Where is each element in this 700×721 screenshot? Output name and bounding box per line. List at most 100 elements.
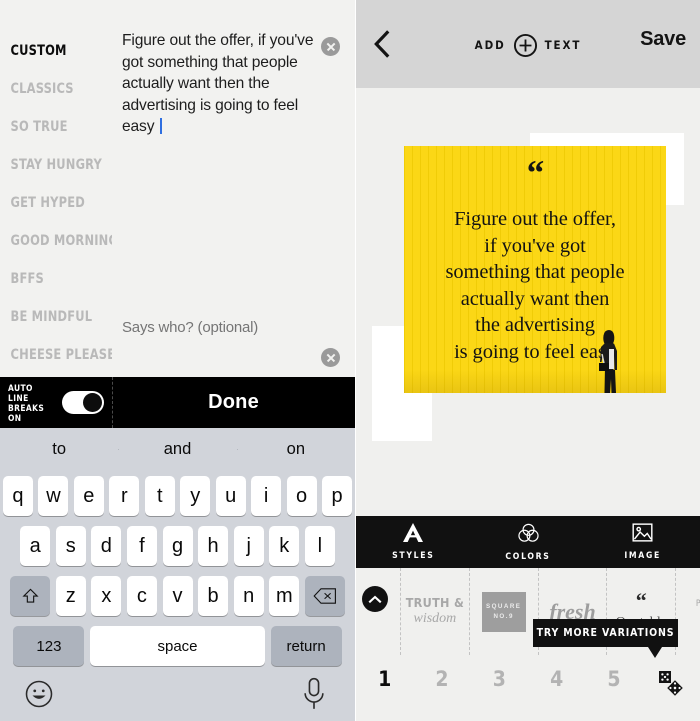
done-bar: AUTO LINE BREAKS ON Done	[0, 377, 355, 428]
prediction-1[interactable]: to	[0, 440, 118, 459]
text-label: TEXT	[544, 38, 582, 52]
prediction-3[interactable]: on	[236, 440, 355, 459]
emoji-icon[interactable]	[24, 679, 54, 709]
author-input[interactable]	[122, 319, 312, 336]
category-item-good-morning[interactable]: GOOD MORNING	[0, 222, 112, 260]
key-h[interactable]: h	[198, 526, 229, 566]
page-3[interactable]: 3	[471, 667, 528, 691]
quote-text-value: Figure out the offer, if you've got some…	[122, 30, 318, 138]
clear-author-icon[interactable]	[321, 348, 340, 367]
style-thumb-square-no9[interactable]: SQUARE NO.9	[470, 568, 539, 655]
ios-keyboard: to and on q w e r t y u i o p a s d f g …	[0, 428, 355, 721]
auto-line-breaks-switch[interactable]	[62, 391, 104, 414]
quote-card[interactable]: “ Figure out the offer, if you've got so…	[404, 146, 666, 393]
picture-icon	[632, 523, 653, 547]
category-sidebar[interactable]: CUSTOM CLASSICS SO TRUE STAY HUNGRY GET …	[0, 0, 112, 377]
thumb-square-line1: SQUARE	[485, 603, 522, 610]
page-4[interactable]: 4	[528, 667, 585, 691]
thumb-quotable-mark: “	[635, 587, 647, 613]
keyboard-row-5	[0, 669, 355, 721]
page-5[interactable]: 5	[585, 667, 642, 691]
style-thumb-truth-wisdom[interactable]: TRUTH & wisdom	[401, 568, 470, 655]
tab-colors-label: COLORS	[505, 551, 551, 562]
keyboard-row-1: q w e r t y u i o p	[0, 476, 355, 516]
page-2[interactable]: 2	[413, 667, 470, 691]
category-item-cheese-please[interactable]: CHEESE PLEASE	[0, 336, 112, 374]
shuffle-dice-icon[interactable]	[643, 667, 700, 699]
tab-colors[interactable]: COLORS	[471, 516, 586, 568]
key-r[interactable]: r	[109, 476, 140, 516]
return-key[interactable]: return	[270, 626, 342, 666]
delete-icon[interactable]	[304, 576, 345, 616]
prediction-2[interactable]: and	[118, 440, 236, 459]
microphone-icon[interactable]	[301, 677, 327, 711]
letter-a-icon	[402, 523, 424, 547]
tab-image-label: IMAGE	[624, 551, 662, 561]
key-n[interactable]: n	[233, 576, 264, 616]
space-key[interactable]: space	[90, 626, 265, 666]
style-thumb-patisserie[interactable]: PÂTIS N	[676, 568, 700, 655]
text-caret	[159, 118, 162, 134]
key-i[interactable]: i	[251, 476, 282, 516]
key-x[interactable]: x	[91, 576, 122, 616]
key-l[interactable]: l	[304, 526, 335, 566]
canvas-area[interactable]: “ Figure out the offer, if you've got so…	[356, 88, 700, 516]
category-item-be-mindful[interactable]: BE MINDFUL	[0, 298, 99, 336]
key-d[interactable]: d	[91, 526, 122, 566]
key-o[interactable]: o	[286, 476, 317, 516]
numbers-key[interactable]: 123	[13, 626, 85, 666]
tool-tabs: STYLES COLORS IMAGE	[356, 516, 700, 568]
walking-person-silhouette	[599, 330, 617, 393]
key-a[interactable]: a	[20, 526, 51, 566]
key-z[interactable]: z	[55, 576, 86, 616]
key-v[interactable]: v	[162, 576, 193, 616]
color-circles-icon	[517, 523, 540, 548]
text-editor-pane: CUSTOM CLASSICS SO TRUE STAY HUNGRY GET …	[0, 0, 355, 721]
save-button[interactable]: Save	[640, 28, 686, 51]
category-item-bffs[interactable]: BFFS	[0, 260, 99, 298]
key-e[interactable]: e	[73, 476, 104, 516]
quote-typed-text: Figure out the offer, if you've got some…	[122, 32, 318, 135]
quote-text-field[interactable]: Figure out the offer, if you've got some…	[112, 0, 355, 305]
key-j[interactable]: j	[233, 526, 264, 566]
key-t[interactable]: t	[144, 476, 175, 516]
tab-styles[interactable]: STYLES	[356, 516, 471, 568]
key-p[interactable]: p	[322, 476, 352, 516]
thumb-truth-line1: TRUTH &	[405, 594, 465, 610]
keyboard-row-3: z x c v b n m	[0, 576, 355, 616]
clear-quote-icon[interactable]	[321, 37, 340, 56]
key-u[interactable]: u	[215, 476, 246, 516]
try-more-variations-tooltip: TRY MORE VARIATIONS	[533, 619, 678, 658]
add-label: ADD	[474, 38, 506, 52]
thumb-patis-line1: PÂTIS	[696, 599, 700, 609]
switch-knob	[83, 393, 102, 412]
category-item-classics[interactable]: CLASSICS	[0, 70, 99, 108]
key-g[interactable]: g	[162, 526, 193, 566]
app-screenshot: CUSTOM CLASSICS SO TRUE STAY HUNGRY GET …	[0, 0, 700, 721]
key-k[interactable]: k	[269, 526, 300, 566]
key-b[interactable]: b	[198, 576, 229, 616]
category-item-custom[interactable]: CUSTOM	[0, 32, 99, 70]
shift-icon[interactable]	[10, 576, 51, 616]
key-m[interactable]: m	[269, 576, 300, 616]
tab-image[interactable]: IMAGE	[585, 516, 700, 568]
author-field-row	[112, 305, 355, 377]
key-c[interactable]: c	[126, 576, 157, 616]
chevron-up-icon[interactable]	[362, 586, 388, 612]
key-f[interactable]: f	[126, 526, 157, 566]
key-y[interactable]: y	[180, 476, 211, 516]
key-w[interactable]: w	[38, 476, 69, 516]
category-item-so-true[interactable]: SO TRUE	[0, 108, 99, 146]
done-button[interactable]: Done	[112, 377, 355, 428]
tab-styles-label: STYLES	[392, 551, 435, 561]
editor-column: Figure out the offer, if you've got some…	[112, 0, 355, 377]
key-s[interactable]: s	[55, 526, 86, 566]
card-quote-mark: “	[526, 153, 545, 192]
keyboard-row-4: 123 space return	[0, 626, 355, 666]
category-item-get-hyped[interactable]: GET HYPED	[0, 184, 99, 222]
page-1[interactable]: 1	[356, 667, 413, 691]
auto-line-breaks-toggle-group[interactable]: AUTO LINE BREAKS ON	[8, 377, 112, 428]
category-item-stay-hungry[interactable]: STAY HUNGRY	[0, 146, 102, 184]
page-selector: 1 2 3 4 5	[356, 655, 700, 721]
key-q[interactable]: q	[3, 476, 33, 516]
